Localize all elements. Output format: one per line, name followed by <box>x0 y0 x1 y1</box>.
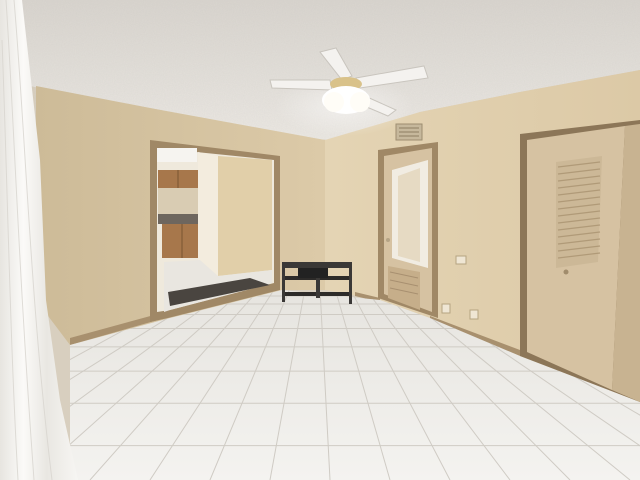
closet-bifold-doors[interactable] <box>520 120 640 402</box>
room-scene <box>0 0 640 480</box>
fan-blade <box>269 79 333 91</box>
ceiling-air-vent <box>395 123 423 141</box>
electrical-outlet-2[interactable] <box>469 309 479 320</box>
light-switch[interactable] <box>455 255 467 265</box>
closet-knob[interactable] <box>563 269 569 275</box>
open-doorway-kitchen <box>150 140 280 322</box>
door-knob[interactable] <box>386 238 390 242</box>
bathroom-door[interactable] <box>378 142 438 318</box>
electrical-outlet[interactable] <box>441 303 451 314</box>
